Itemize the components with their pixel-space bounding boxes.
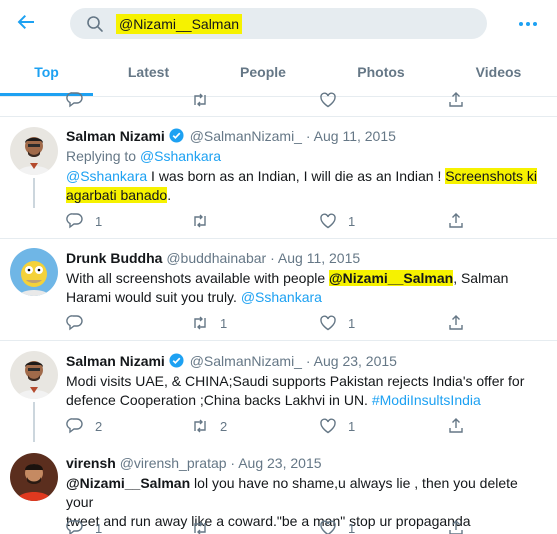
search-query[interactable]: @Nizami__Salman (116, 14, 243, 34)
mention-link[interactable]: @Nizami__Salman (66, 475, 190, 491)
tweet-actions: 1 1 (66, 314, 466, 334)
separator-dot: · (270, 250, 275, 266)
separator-dot: · (305, 128, 311, 144)
divider (0, 116, 557, 117)
heart-icon (320, 418, 336, 434)
tweet-text-segment: , Salman (453, 270, 509, 286)
reply-count: 1 (95, 521, 103, 534)
verified-badge-icon (169, 128, 184, 143)
author-handle[interactable]: @SalmanNizami_ (190, 128, 302, 144)
avatar[interactable] (10, 351, 58, 399)
tweet-text: @Sshankara I was born as an Indian, I wi… (66, 167, 546, 205)
reply-icon (66, 315, 83, 331)
tweet-header: Salman Nizami @SalmanNizami_ · Aug 11, 2… (66, 127, 396, 145)
retweet-icon (194, 419, 206, 433)
previous-tweet-actions (66, 91, 466, 111)
tweet-text-segment: With all screenshots available with peop… (66, 270, 330, 286)
share-icon (449, 92, 463, 107)
share-icon (449, 418, 463, 433)
tweet-date[interactable]: Aug 23, 2015 (238, 455, 321, 471)
tweet-actions: 1 1 (66, 212, 466, 232)
replying-to: Replying to @Sshankara (66, 147, 221, 165)
hashtag-link[interactable]: #ModiInsultsIndia (372, 392, 481, 408)
retweet-count: 2 (220, 419, 228, 434)
search-icon (86, 15, 104, 33)
tweet-text: With all screenshots available with peop… (66, 269, 546, 307)
author-name[interactable]: Salman Nizami (66, 353, 165, 369)
search-tabs: Top Latest People Photos Videos (0, 50, 557, 97)
tab-people[interactable]: People (204, 50, 322, 97)
reply-count: 2 (95, 419, 103, 434)
tweet-date[interactable]: Aug 11, 2015 (278, 250, 360, 266)
author-handle[interactable]: @virensh_pratap (120, 455, 227, 471)
tweet-text-segment: Harami would suit you truly. (66, 289, 241, 305)
tweet-text-segment: defence Cooperation ;China backs Lakhvi … (66, 392, 372, 408)
reply-icon (66, 418, 83, 434)
replying-prefix: Replying to (66, 148, 140, 164)
share-icon (449, 520, 463, 534)
tweet-actions: 2 2 1 (66, 417, 466, 437)
like-count: 1 (348, 521, 356, 534)
back-arrow-icon[interactable] (14, 10, 38, 34)
highlighted-text: Screenshots ki (445, 168, 538, 184)
verified-badge-icon (169, 353, 184, 368)
reply-icon (66, 92, 83, 108)
search-header: @Nizami__Salman Top Latest People Photos… (0, 0, 557, 97)
tweet-date[interactable]: Aug 11, 2015 (314, 128, 396, 144)
heart-icon (320, 92, 336, 108)
like-count: 1 (348, 316, 356, 331)
mention-link[interactable]: @Sshankara (241, 289, 322, 305)
reply-icon (66, 520, 83, 534)
tweet-text-segment: Modi visits UAE, & CHINA;Saudi supports … (66, 373, 525, 389)
separator-dot: · (230, 455, 236, 471)
retweet-count: 1 (220, 316, 228, 331)
retweet-icon (194, 521, 206, 534)
tweet-date[interactable]: Aug 23, 2015 (314, 353, 397, 369)
tab-top[interactable]: Top (0, 50, 93, 97)
tweet-header: Salman Nizami @SalmanNizami_ · Aug 23, 2… (66, 352, 397, 370)
share-icon (449, 315, 463, 330)
tweet-header: virensh @virensh_pratap · Aug 23, 2015 (66, 454, 322, 472)
highlighted-mention[interactable]: @Nizami__Salman (329, 270, 454, 286)
highlighted-text: agarbati banado (66, 187, 168, 203)
tweet-text: Modi visits UAE, & CHINA;Saudi supports … (66, 372, 546, 410)
mention-link[interactable]: @Sshankara (140, 148, 221, 164)
thread-line (33, 178, 35, 208)
tweet-text-segment: . (167, 187, 172, 203)
author-handle[interactable]: @buddhainabar (166, 250, 266, 266)
share-icon (449, 213, 463, 228)
retweet-icon (194, 214, 206, 228)
heart-icon (320, 213, 336, 229)
tab-latest[interactable]: Latest (93, 50, 204, 97)
tweet-text-segment: I was born as an Indian, I will die as a… (147, 168, 446, 184)
author-handle[interactable]: @SalmanNizami_ (190, 353, 302, 369)
avatar[interactable] (10, 453, 58, 501)
heart-icon (320, 520, 336, 534)
more-options-icon[interactable] (516, 12, 540, 36)
tab-photos[interactable]: Photos (322, 50, 440, 97)
author-name[interactable]: virensh (66, 455, 116, 471)
separator-dot: · (305, 353, 311, 369)
search-input[interactable]: @Nizami__Salman (70, 8, 487, 39)
tweet-header: Drunk Buddha @buddhainabar · Aug 11, 201… (66, 249, 360, 267)
avatar[interactable] (10, 127, 58, 175)
retweet-icon (194, 316, 206, 330)
tab-videos[interactable]: Videos (440, 50, 557, 97)
heart-icon (320, 315, 336, 331)
divider (0, 340, 557, 341)
author-name[interactable]: Salman Nizami (66, 128, 165, 144)
tweet-actions: 1 1 (66, 519, 466, 534)
reply-count: 1 (95, 214, 103, 229)
author-name[interactable]: Drunk Buddha (66, 250, 162, 266)
like-count: 1 (348, 214, 356, 229)
retweet-icon (194, 93, 206, 107)
mention-link[interactable]: @Sshankara (66, 168, 147, 184)
thread-line (33, 402, 35, 442)
like-count: 1 (348, 419, 356, 434)
divider (0, 238, 557, 239)
reply-icon (66, 213, 83, 229)
avatar[interactable] (10, 248, 58, 296)
